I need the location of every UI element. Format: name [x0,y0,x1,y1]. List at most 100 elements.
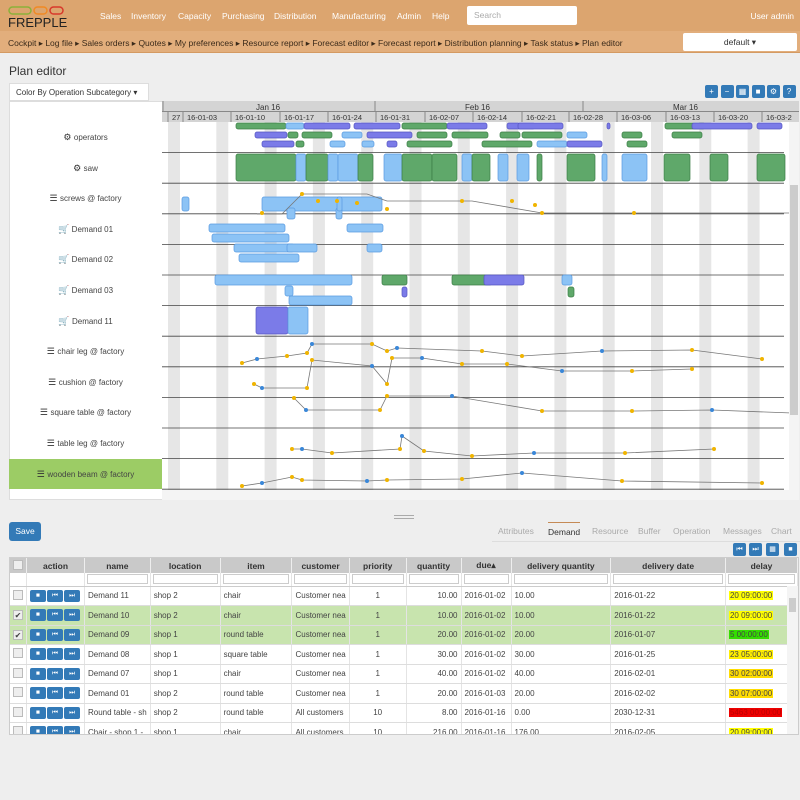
row-checkbox[interactable]: ✔ [10,625,27,645]
tab-messages[interactable]: Messages [723,526,762,536]
tab-operation[interactable]: Operation [673,526,710,536]
operation-bar[interactable] [663,153,691,182]
column-filter-input[interactable] [408,574,459,585]
nav-admin[interactable]: Admin [397,11,421,21]
first-icon[interactable]: ⏮ [47,628,63,641]
square-icon[interactable]: ■ [751,85,765,98]
zoom-out-icon[interactable]: − [720,85,734,98]
nav-purchasing[interactable]: Purchasing [222,11,265,21]
gantt-row-label[interactable]: ☰ chair leg @ factory [9,336,162,367]
splitter-handle[interactable] [394,515,414,519]
table-row[interactable]: ■ ⏮ ⏭ Demand 08 shop 1 square table Customer n… [10,644,798,665]
operation-bar[interactable] [357,153,374,182]
operation-bar[interactable] [329,140,346,148]
operation-bar[interactable] [383,153,403,182]
operation-bar[interactable] [756,122,783,130]
operation-bar[interactable] [561,274,573,286]
row-checkbox[interactable] [10,703,27,723]
operation-bar[interactable] [295,153,307,182]
column-filter-input[interactable] [87,574,148,585]
operation-bar[interactable] [691,122,753,130]
color-by-dropdown[interactable]: Color By Operation Subcategory ▾ [9,83,149,101]
operation-bar[interactable] [214,274,353,286]
select-icon[interactable]: ■ [30,667,46,680]
operation-bar[interactable] [756,153,786,182]
select-icon[interactable]: ■ [30,687,46,700]
column-header[interactable]: location [150,558,221,573]
select-icon[interactable]: ■ [30,628,46,641]
calendar-icon[interactable]: ▦ [736,85,749,98]
operation-bar[interactable] [401,286,408,298]
table-row[interactable]: ■ ⏮ ⏭ Demand 07 shop 1 chair Customer nea 1 40.0… [10,664,798,684]
operation-bar[interactable] [255,306,289,335]
operation-bar[interactable] [536,153,543,182]
last-icon[interactable]: ⏭ [64,667,80,680]
last-icon[interactable]: ⏭ [64,628,80,641]
tab-attributes[interactable]: Attributes [498,526,534,536]
operation-bar[interactable] [303,122,351,130]
grid-scrollbar[interactable] [787,586,798,734]
save-button[interactable]: Save [9,522,41,541]
operation-bar[interactable] [353,122,401,130]
calendar-add-icon[interactable]: ▦ [766,543,779,556]
operation-bar[interactable] [499,131,521,139]
last-icon[interactable]: ⏭ [64,687,80,700]
zoom-in-icon[interactable]: + [705,85,718,98]
first-icon[interactable]: ⏮ [47,589,63,602]
operation-bar[interactable] [446,122,488,130]
user-menu[interactable]: User admin [751,11,794,21]
select-all-checkbox[interactable] [10,558,27,573]
operation-bar[interactable] [288,295,353,306]
operation-bar[interactable] [521,131,563,139]
last-icon[interactable]: ⏭ [64,589,80,602]
operation-bar[interactable] [238,253,300,263]
select-icon[interactable]: ■ [30,589,46,602]
last-icon[interactable]: ⏭ [64,609,80,622]
operation-bar[interactable] [461,153,473,182]
row-checkbox[interactable] [10,644,27,665]
column-filter-input[interactable] [294,574,347,585]
operation-bar[interactable] [261,140,295,148]
select-icon[interactable]: ■ [30,609,46,622]
operation-bar[interactable] [286,207,296,220]
row-checkbox[interactable] [10,683,27,704]
nav-capacity[interactable]: Capacity [178,11,211,21]
nav-distribution[interactable]: Distribution [274,11,317,21]
row-checkbox[interactable] [10,664,27,684]
column-filter-input[interactable] [463,574,509,585]
operation-bar[interactable] [606,122,611,130]
last-icon[interactable]: ⏭ [64,706,80,719]
tab-resource[interactable]: Resource [592,526,628,536]
row-checkbox[interactable]: ✔ [10,605,27,626]
row-checkbox[interactable] [10,586,27,606]
gantt-row-label[interactable]: ☰ wooden beam @ factory [9,458,162,490]
gantt-row-label[interactable]: ☰ cushion @ factory [9,367,162,398]
operation-bar[interactable] [401,122,448,130]
row-checkbox[interactable] [10,722,27,734]
column-filter-input[interactable] [222,574,290,585]
last-icon[interactable]: ⏭ [64,726,80,734]
operation-bar[interactable] [386,140,398,148]
operation-bar[interactable] [566,140,603,148]
operation-bar[interactable] [536,140,568,148]
scenario-select[interactable]: default ▾ [683,33,797,51]
operation-bar[interactable] [261,196,383,212]
operation-bar[interactable] [305,153,329,182]
operation-bar[interactable] [285,122,305,130]
gantt-chart[interactable]: Jan 16 Feb 16 Mar 16 27 16-01-03 16-01-10 16-0… [162,101,799,500]
operation-bar[interactable] [341,131,363,139]
operation-bar[interactable] [601,153,608,182]
operation-bar[interactable] [517,122,564,130]
column-filter-input[interactable] [351,574,404,585]
last-icon[interactable]: ⏭ [64,648,80,661]
last-icon[interactable]: ⏭ [749,543,762,556]
operation-bar[interactable] [621,153,648,182]
operation-bar[interactable] [483,274,525,286]
column-filter-input[interactable] [513,574,609,585]
operation-bar[interactable] [301,131,333,139]
tab-chart[interactable]: Chart [771,526,792,536]
operation-bar[interactable] [254,131,288,139]
operation-bar[interactable] [235,122,287,130]
gantt-row-label[interactable]: 🛒 Demand 01 [9,214,162,245]
operation-bar[interactable] [516,153,530,182]
